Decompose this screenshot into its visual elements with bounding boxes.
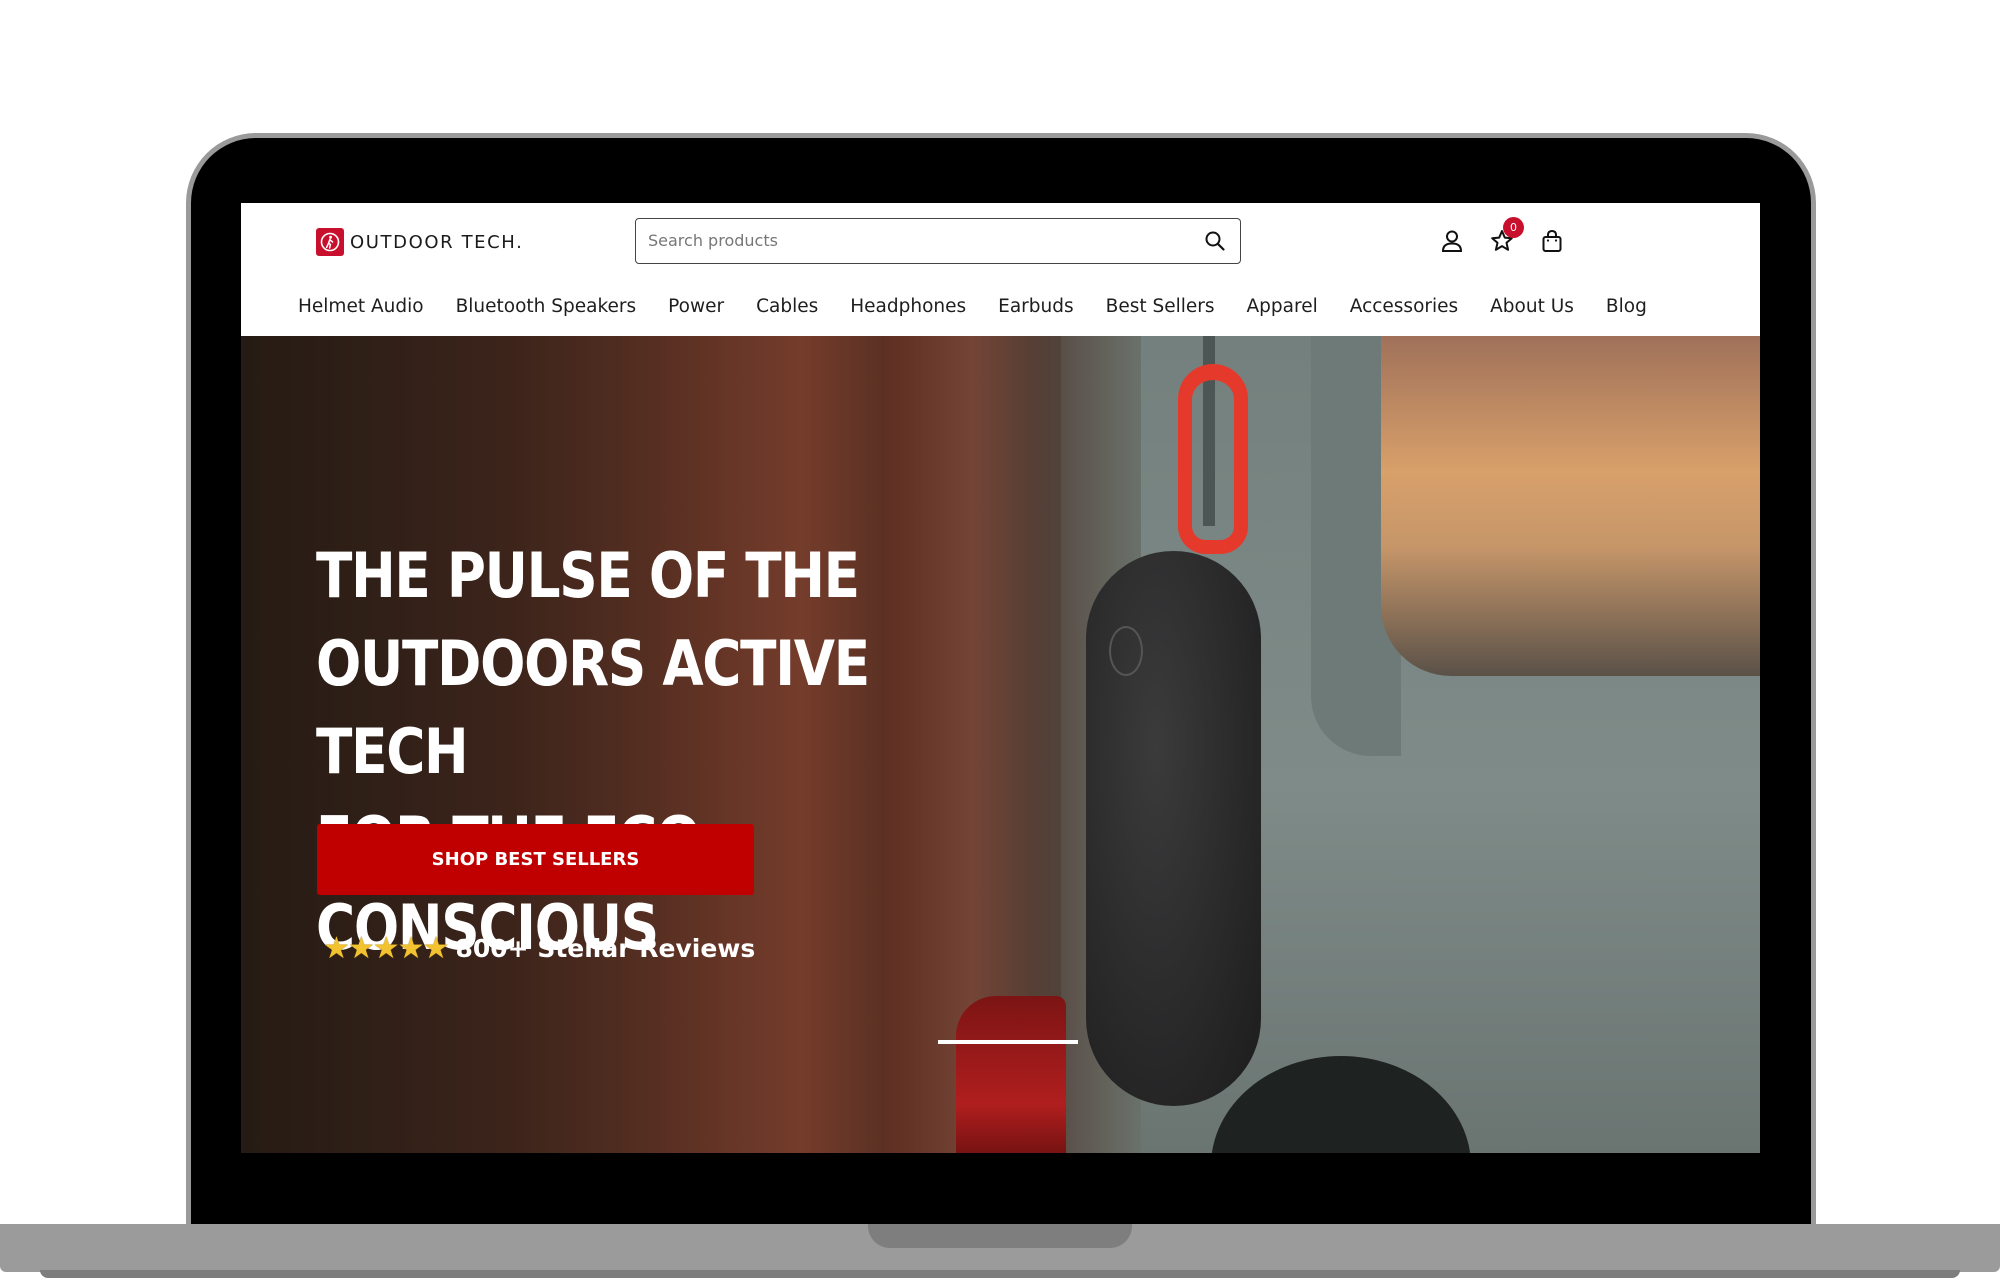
search-input[interactable] <box>648 219 1188 262</box>
nav-item-cables[interactable]: Cables <box>756 296 818 317</box>
reviews-summary[interactable]: ★★★★★ 800+ Stellar Reviews <box>323 931 755 966</box>
brand-name: OUTDOOR TECH. <box>350 231 524 253</box>
hero-headline-line-1: THE PULSE OF THE <box>316 539 860 612</box>
nav-item-best-sellers[interactable]: Best Sellers <box>1106 296 1215 317</box>
search-bar <box>635 218 1241 264</box>
hero-headline: THE PULSE OF THE OUTDOORS ACTIVE TECH FO… <box>316 532 935 972</box>
header-actions: 0 <box>1439 217 1565 259</box>
favorites-star-icon[interactable]: 0 <box>1489 217 1524 254</box>
website-screen: OUTDOOR TECH. 0 <box>241 203 1760 1153</box>
speaker-strap <box>1178 364 1248 554</box>
user-icon[interactable] <box>1439 228 1465 254</box>
nav-item-bluetooth-speakers[interactable]: Bluetooth Speakers <box>456 296 637 317</box>
shop-best-sellers-button[interactable]: SHOP BEST SELLERS <box>317 824 754 895</box>
reviews-text: 800+ Stellar Reviews <box>455 934 756 963</box>
rating-stars-icon: ★★★★★ <box>323 932 449 965</box>
hiker-logo-icon <box>316 228 344 256</box>
main-navigation: Helmet Audio Bluetooth Speakers Power Ca… <box>298 296 1647 317</box>
nav-item-earbuds[interactable]: Earbuds <box>998 296 1073 317</box>
hero-car-window-sunset <box>1381 336 1760 676</box>
nav-item-accessories[interactable]: Accessories <box>1350 296 1458 317</box>
nav-item-helmet-audio[interactable]: Helmet Audio <box>298 296 424 317</box>
laptop-notch <box>868 1224 1132 1248</box>
site-header: OUTDOOR TECH. 0 <box>241 203 1760 336</box>
speaker-logo-icon <box>1109 626 1143 676</box>
nav-item-blog[interactable]: Blog <box>1606 296 1647 317</box>
search-icon[interactable] <box>1204 230 1226 252</box>
nav-item-about-us[interactable]: About Us <box>1490 296 1574 317</box>
nav-item-power[interactable]: Power <box>668 296 724 317</box>
hero-banner: THE PULSE OF THE OUTDOORS ACTIVE TECH FO… <box>241 336 1760 1153</box>
hero-headline-line-2: OUTDOORS ACTIVE TECH <box>316 627 870 788</box>
laptop-base-shadow <box>40 1270 1960 1278</box>
nav-item-apparel[interactable]: Apparel <box>1247 296 1318 317</box>
hero-car-taillight <box>956 996 1066 1153</box>
brand-logo[interactable]: OUTDOOR TECH. <box>316 227 523 257</box>
nav-item-headphones[interactable]: Headphones <box>850 296 966 317</box>
carousel-slide-indicator[interactable] <box>938 1040 1078 1044</box>
favorites-count-badge: 0 <box>1503 217 1524 238</box>
shopping-bag-icon[interactable] <box>1539 228 1565 254</box>
